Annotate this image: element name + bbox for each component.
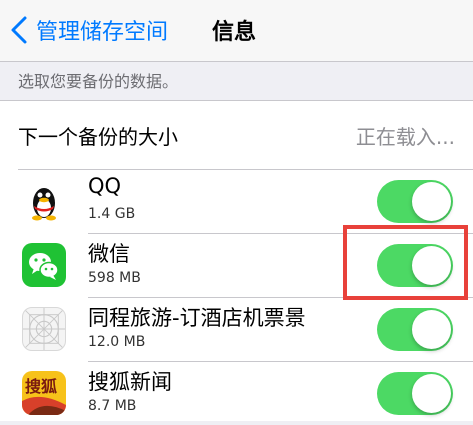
backup-toggle-tongcheng[interactable] (377, 308, 453, 351)
page-title: 信息 (212, 20, 257, 45)
back-button[interactable]: 管理储存空间 (10, 12, 168, 48)
app-size: 12.0 MB (88, 334, 146, 350)
backup-toggle-qq[interactable] (377, 180, 453, 223)
backup-size-label: 下一个备份的大小 (18, 125, 178, 149)
wechat-app-icon (22, 243, 66, 287)
back-button-label: 管理储存空间 (36, 20, 169, 45)
backup-size-row: 下一个备份的大小 正在载入... (0, 101, 473, 169)
app-size: 1.4 GB (88, 206, 136, 222)
app-row-sohu: 搜狐 搜狐新闻 8.7 MB (0, 362, 473, 425)
toggle-knob (412, 310, 451, 349)
app-row-qq: QQ 1.4 GB (0, 170, 473, 233)
app-name: 同程旅游-订酒店机票景 (88, 306, 306, 330)
placeholder-app-icon (22, 307, 66, 351)
sohu-app-icon: 搜狐 (22, 371, 66, 415)
backup-toggle-sohu[interactable] (377, 372, 453, 415)
qq-app-icon (22, 179, 66, 223)
app-size: 598 MB (88, 270, 141, 286)
app-size: 8.7 MB (88, 398, 137, 414)
app-row-tongcheng: 同程旅游-订酒店机票景 12.0 MB (0, 298, 473, 361)
app-name: 搜狐新闻 (88, 370, 172, 394)
backup-size-value: 正在载入... (355, 125, 455, 149)
app-name: 微信 (88, 242, 130, 266)
highlight-annotation (343, 225, 468, 300)
navigation-bar: 管理储存空间 信息 (0, 0, 473, 62)
section-hint: 选取您要备份的数据。 (18, 72, 179, 91)
toggle-knob (412, 374, 451, 413)
chevron-left-icon (11, 16, 27, 44)
sohu-icon-text: 搜狐 (25, 377, 58, 396)
app-name: QQ (88, 174, 122, 198)
toggle-knob (412, 182, 451, 221)
